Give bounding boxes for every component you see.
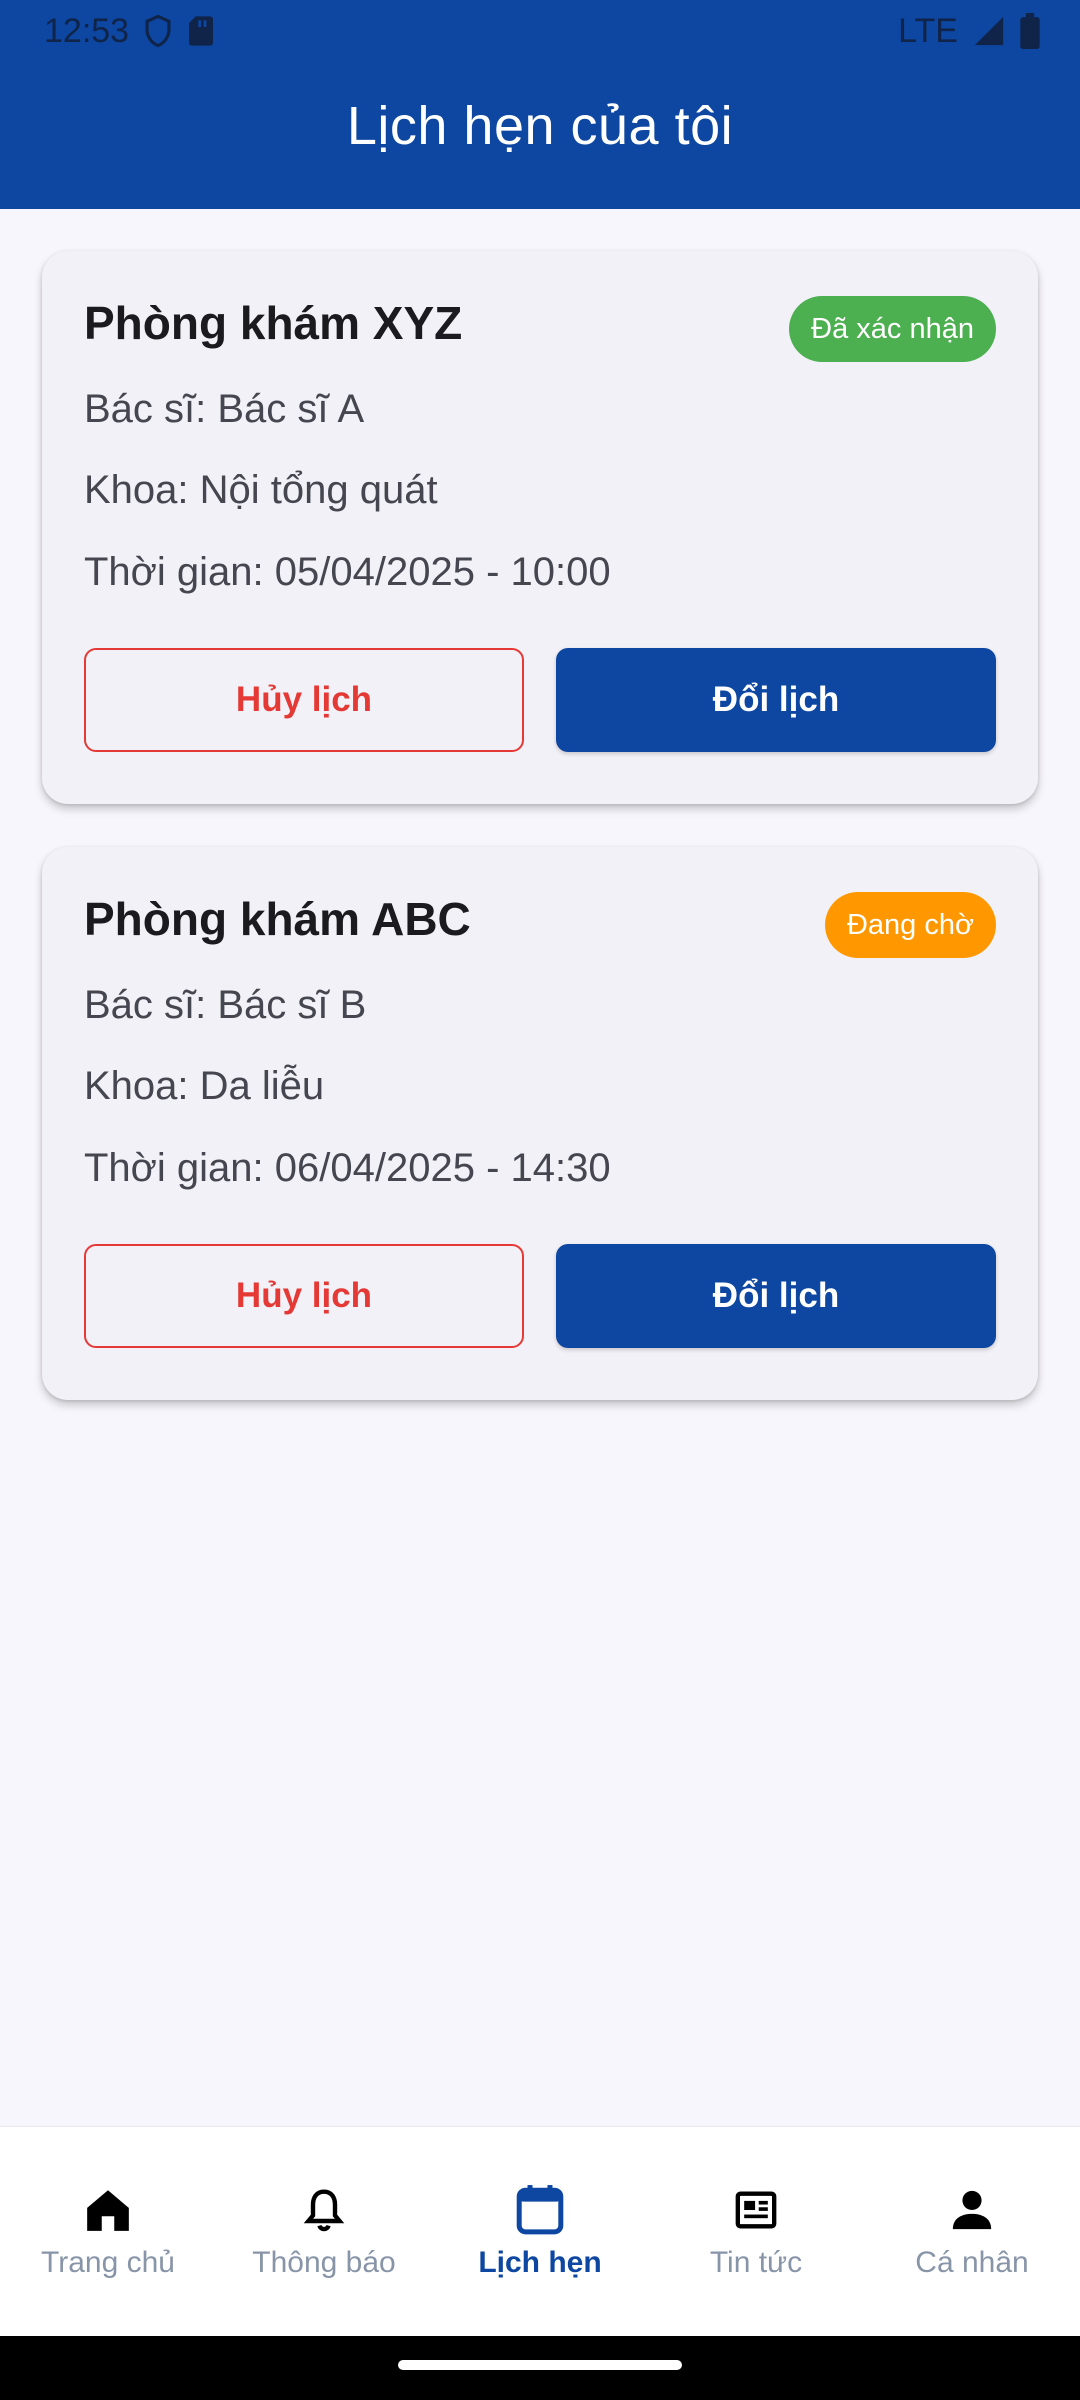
clinic-name: Phòng khám ABC	[84, 893, 471, 945]
cancel-appointment-button[interactable]: Hủy lịch	[84, 1244, 524, 1348]
battery-icon	[1020, 13, 1040, 49]
network-label: LTE	[898, 11, 958, 50]
sd-card-icon	[187, 15, 215, 47]
nav-item-notifications[interactable]: Thông báo	[216, 2127, 432, 2336]
reschedule-button[interactable]: Đổi lịch	[556, 1244, 996, 1348]
doctor-label: Bác sĩ: Bác sĩ B	[84, 983, 367, 1027]
status-time: 12:53	[44, 11, 130, 50]
appointment-card: Phòng khám XYZ Đã xác nhận Bác sĩ: Bác s…	[42, 251, 1038, 804]
nav-label: Trang chủ	[41, 2246, 175, 2279]
home-gesture-handle[interactable]	[398, 2360, 682, 2370]
app-header: 12:53 LTE Lịch hẹn của tôi	[0, 0, 1080, 209]
status-badge: Đã xác nhận	[789, 296, 996, 362]
app-screen: 12:53 LTE Lịch hẹn của tôi Phòng khám XY…	[0, 0, 1080, 2400]
newspaper-icon	[734, 2182, 778, 2238]
bell-icon	[302, 2182, 346, 2238]
nav-item-profile[interactable]: Cá nhân	[864, 2127, 1080, 2336]
page-title: Lịch hẹn của tôi	[346, 96, 734, 156]
calendar-icon	[515, 2182, 565, 2238]
status-left: 12:53	[44, 12, 215, 51]
nav-label: Cá nhân	[915, 2246, 1029, 2279]
status-right: LTE	[898, 12, 1040, 51]
nav-label: Lịch hẹn	[478, 2246, 602, 2279]
doctor-label: Bác sĩ: Bác sĩ A	[84, 387, 365, 431]
bottom-navigation: Trang chủ Thông báo Lịch hẹn Tin tức Cá …	[0, 2126, 1080, 2336]
appointment-list: Phòng khám XYZ Đã xác nhận Bác sĩ: Bác s…	[42, 251, 1038, 1443]
time-label: Thời gian: 05/04/2025 - 10:00	[84, 550, 611, 594]
nav-label: Tin tức	[709, 2246, 803, 2279]
department-label: Khoa: Nội tổng quát	[84, 468, 438, 512]
signal-icon	[972, 14, 1006, 48]
person-icon	[949, 2182, 995, 2238]
cancel-appointment-button[interactable]: Hủy lịch	[84, 648, 524, 752]
department-label: Khoa: Da liễu	[84, 1064, 325, 1108]
appointment-card: Phòng khám ABC Đang chờ Bác sĩ: Bác sĩ B…	[42, 847, 1038, 1400]
shield-icon	[143, 14, 173, 48]
nav-item-news[interactable]: Tin tức	[648, 2127, 864, 2336]
nav-label: Thông báo	[252, 2246, 396, 2279]
time-label: Thời gian: 06/04/2025 - 14:30	[84, 1146, 611, 1190]
system-navigation-bar	[0, 2336, 1080, 2400]
reschedule-button[interactable]: Đổi lịch	[556, 648, 996, 752]
nav-item-home[interactable]: Trang chủ	[0, 2127, 216, 2336]
clinic-name: Phòng khám XYZ	[84, 297, 463, 349]
nav-item-appointments[interactable]: Lịch hẹn	[432, 2127, 648, 2336]
status-badge: Đang chờ	[824, 892, 996, 958]
home-icon	[83, 2182, 133, 2238]
status-bar: 12:53 LTE	[0, 0, 1080, 62]
